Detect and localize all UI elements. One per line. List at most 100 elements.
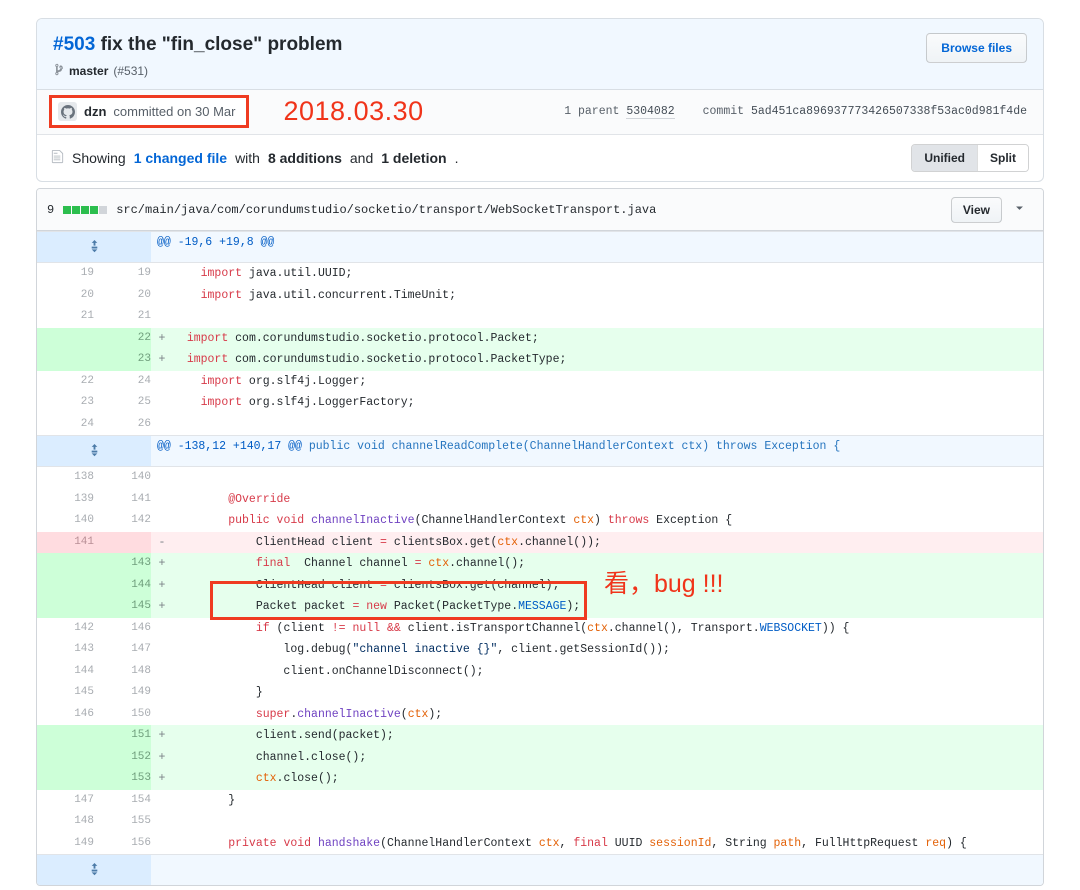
line-number-old[interactable]: 21 [37, 306, 94, 328]
commit-number[interactable]: #503 [53, 34, 95, 55]
line-number-old[interactable] [37, 746, 94, 768]
line-number-new[interactable]: 26 [94, 413, 151, 436]
code-line[interactable]: if (client != null && client.isTransport… [173, 618, 1043, 640]
line-number-old[interactable]: 138 [37, 466, 94, 489]
line-number-old[interactable] [37, 553, 94, 575]
diff-row-ctx: 138 140 [37, 466, 1043, 489]
line-number-new[interactable]: 142 [94, 510, 151, 532]
line-number-new[interactable]: 23 [94, 349, 151, 371]
code-line[interactable] [173, 811, 1043, 833]
line-number-new[interactable]: 148 [94, 660, 151, 682]
chevron-down-icon[interactable] [1006, 199, 1033, 221]
line-number-old[interactable]: 146 [37, 703, 94, 725]
line-number-new[interactable]: 20 [94, 284, 151, 306]
unfold-icon[interactable] [37, 436, 151, 466]
line-number-new[interactable]: 25 [94, 392, 151, 414]
split-view-button[interactable]: Split [977, 144, 1028, 171]
unified-view-button[interactable]: Unified [912, 144, 977, 171]
line-number-new[interactable]: 147 [94, 639, 151, 661]
avatar[interactable] [58, 102, 77, 122]
view-file-button[interactable]: View [950, 196, 1002, 223]
code-line[interactable]: import org.slf4j.LoggerFactory; [173, 392, 1043, 414]
line-number-old[interactable]: 19 [37, 262, 94, 285]
unfold-icon[interactable] [37, 232, 151, 262]
line-number-old[interactable]: 148 [37, 811, 94, 833]
line-number-new[interactable]: 24 [94, 370, 151, 392]
line-number-new[interactable]: 21 [94, 306, 151, 328]
line-number-new[interactable]: 150 [94, 703, 151, 725]
code-line[interactable]: } [173, 790, 1043, 812]
pull-request-ref[interactable]: (#531) [113, 64, 148, 78]
code-line[interactable]: import java.util.UUID; [173, 263, 1043, 285]
code-line[interactable] [173, 306, 1043, 328]
branch-name[interactable]: master [69, 64, 108, 78]
browse-files-button[interactable]: Browse files [926, 33, 1027, 63]
code-line[interactable]: ClientHead client = clientsBox.get(ctx.c… [173, 531, 1043, 553]
line-number-old[interactable] [37, 768, 94, 790]
line-number-new[interactable]: 149 [94, 682, 151, 704]
line-number-old[interactable]: 24 [37, 413, 94, 436]
code-line[interactable]: } [173, 682, 1043, 704]
parent-hash[interactable]: 5304082 [626, 105, 675, 120]
line-number-old[interactable]: 140 [37, 510, 94, 532]
hunk-header-text: @@ -138,12 +140,17 @@ public void channe… [151, 435, 1043, 467]
code-line[interactable]: public void channelInactive(ChannelHandl… [173, 510, 1043, 532]
diff-row-ctx: 144 148 client.onChannelDisconnect(); [37, 660, 1043, 683]
line-number-old[interactable]: 139 [37, 488, 94, 510]
code-line[interactable]: @Override [173, 489, 1043, 511]
line-number-old[interactable]: 20 [37, 284, 94, 306]
line-number-new[interactable]: 156 [94, 832, 151, 855]
line-number-old[interactable]: 22 [37, 370, 94, 392]
line-number-new[interactable]: 140 [94, 466, 151, 489]
file-change-count: 9 [47, 202, 55, 217]
code-line[interactable] [173, 414, 1043, 436]
code-line[interactable] [173, 467, 1043, 489]
code-line[interactable]: super.channelInactive(ctx); [173, 704, 1043, 726]
file-path[interactable]: src/main/java/com/corundumstudio/socketi… [116, 203, 656, 217]
code-line[interactable]: import org.slf4j.Logger; [173, 371, 1043, 393]
diff-marker: + [151, 327, 173, 349]
code-line[interactable]: import com.corundumstudio.socketio.proto… [173, 349, 1043, 371]
code-line[interactable]: client.send(packet); [173, 725, 1043, 747]
line-number-new[interactable]: 146 [94, 617, 151, 639]
line-number-old[interactable] [37, 349, 94, 371]
line-number-new[interactable]: 154 [94, 789, 151, 811]
line-number-new[interactable]: 145 [94, 596, 151, 618]
code-line[interactable]: import com.corundumstudio.socketio.proto… [173, 327, 1043, 349]
line-number-new[interactable]: 155 [94, 811, 151, 833]
line-number-new[interactable]: 19 [94, 262, 151, 285]
line-number-old[interactable] [37, 574, 94, 596]
changed-files-link[interactable]: 1 changed file [134, 150, 227, 166]
code-line[interactable]: log.debug("channel inactive {}", client.… [173, 639, 1043, 661]
line-number-new[interactable]: 22 [94, 327, 151, 349]
line-number-new[interactable]: 151 [94, 725, 151, 747]
line-number-old[interactable]: 142 [37, 617, 94, 639]
line-number-new[interactable]: 144 [94, 574, 151, 596]
unfold-icon[interactable] [37, 855, 151, 885]
code-line[interactable]: import java.util.concurrent.TimeUnit; [173, 285, 1043, 307]
line-number-old[interactable]: 145 [37, 682, 94, 704]
line-number-old[interactable]: 141 [37, 531, 94, 553]
line-number-old[interactable]: 143 [37, 639, 94, 661]
line-number-old[interactable]: 23 [37, 392, 94, 414]
hunk-expander[interactable] [37, 231, 151, 263]
hunk-expander[interactable] [37, 854, 151, 885]
line-number-old[interactable] [37, 725, 94, 747]
line-number-new[interactable]: 153 [94, 768, 151, 790]
code-line[interactable]: private void handshake(ChannelHandlerCon… [173, 833, 1043, 855]
code-line[interactable]: ctx.close(); [173, 768, 1043, 790]
commit-hash[interactable]: 5ad451ca896937773426507338f53ac0d981f4de [751, 105, 1027, 118]
line-number-old[interactable] [37, 327, 94, 349]
hunk-expander[interactable] [37, 435, 151, 467]
line-number-old[interactable]: 147 [37, 789, 94, 811]
line-number-new[interactable] [94, 531, 151, 553]
committer-name[interactable]: dzn [84, 104, 106, 119]
line-number-old[interactable] [37, 596, 94, 618]
line-number-new[interactable]: 141 [94, 488, 151, 510]
line-number-old[interactable]: 149 [37, 832, 94, 855]
line-number-old[interactable]: 144 [37, 660, 94, 682]
code-line[interactable]: channel.close(); [173, 746, 1043, 768]
line-number-new[interactable]: 152 [94, 746, 151, 768]
line-number-new[interactable]: 143 [94, 553, 151, 575]
code-line[interactable]: client.onChannelDisconnect(); [173, 661, 1043, 683]
